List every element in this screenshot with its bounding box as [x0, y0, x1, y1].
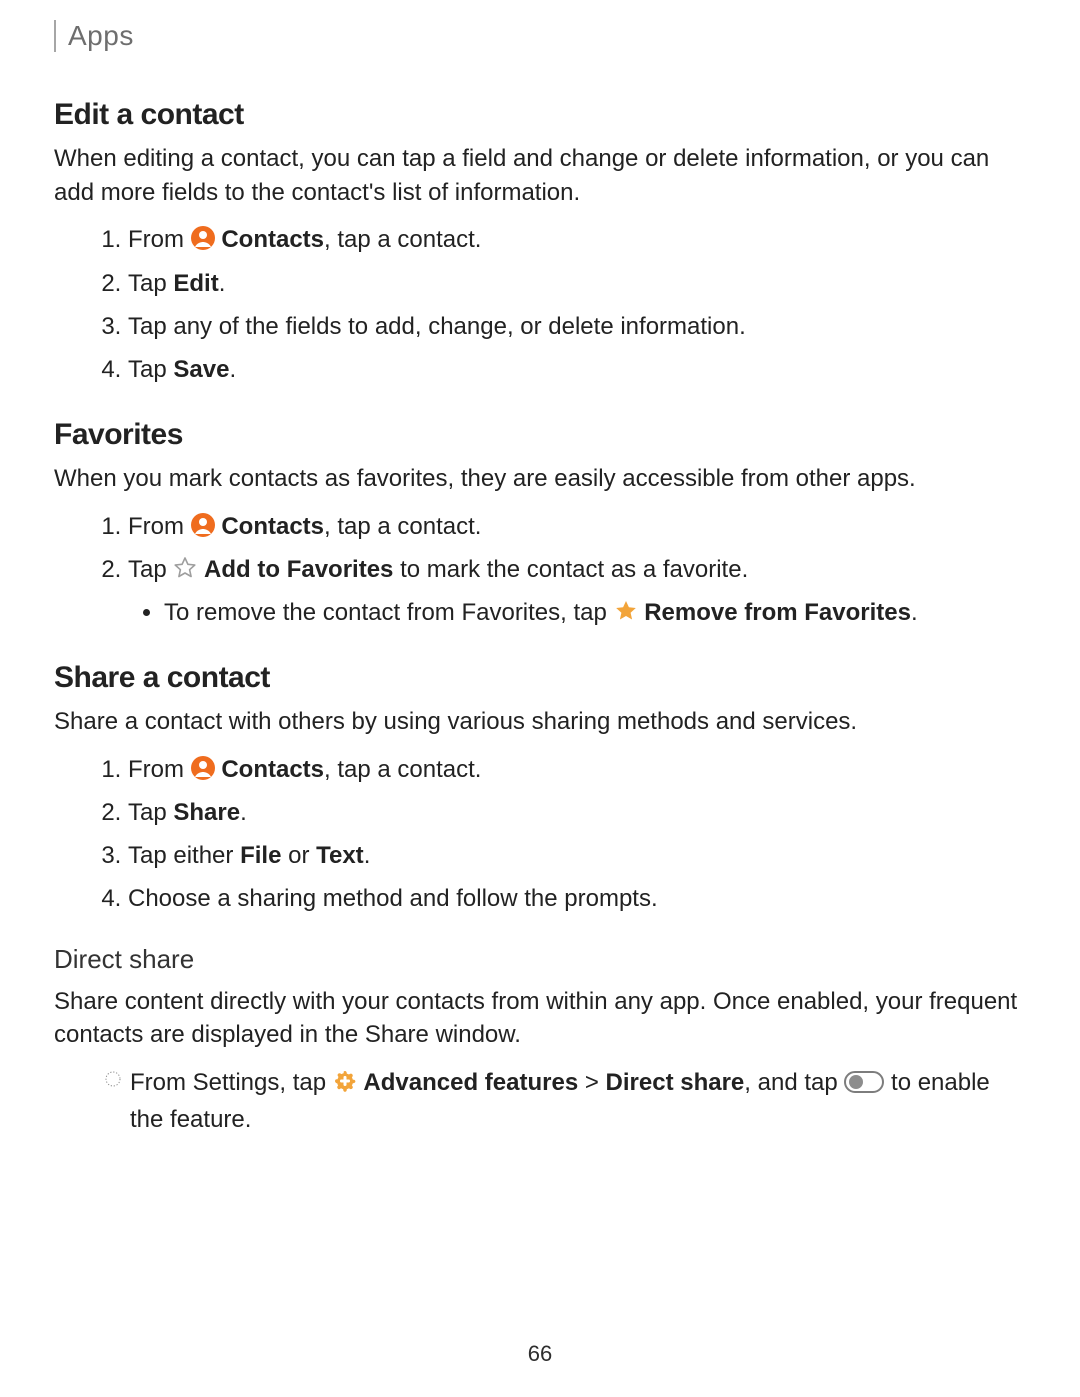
- document-page: Apps Edit a contact When editing a conta…: [0, 0, 1080, 1397]
- ordered-list: From Contacts, tap a contact. Tap Share.…: [54, 751, 1026, 918]
- paragraph: Share content directly with your contact…: [54, 985, 1026, 1052]
- star-outline-icon: [173, 556, 197, 580]
- contacts-icon: [191, 226, 215, 250]
- ordered-list: From Contacts, tap a contact. Tap Edit. …: [54, 221, 1026, 388]
- paragraph: Share a contact with others by using var…: [54, 705, 1026, 739]
- ordered-list: From Contacts, tap a contact. Tap Add to…: [54, 508, 1026, 632]
- ring-bullet-icon: [104, 1070, 122, 1088]
- heading-share-a-contact: Share a contact: [54, 661, 1026, 695]
- heading-favorites: Favorites: [54, 418, 1026, 452]
- toggle-off-icon: [844, 1071, 884, 1093]
- breadcrumb: Apps: [54, 20, 1026, 52]
- list-item: Tap either File or Text.: [128, 837, 1026, 874]
- advanced-features-icon: [333, 1069, 357, 1093]
- list-item: From Contacts, tap a contact.: [128, 751, 1026, 788]
- contacts-icon: [191, 513, 215, 537]
- heading-edit-a-contact: Edit a contact: [54, 98, 1026, 132]
- list-item: From Contacts, tap a contact.: [128, 508, 1026, 545]
- list-item: From Settings, tap Advanced features > D…: [104, 1064, 1026, 1138]
- paragraph: When you mark contacts as favorites, the…: [54, 462, 1026, 496]
- page-number: 66: [0, 1341, 1080, 1367]
- star-filled-icon: [614, 599, 638, 623]
- list-item: From Contacts, tap a contact.: [128, 221, 1026, 258]
- contacts-icon: [191, 756, 215, 780]
- list-item: Tap Save.: [128, 351, 1026, 388]
- unordered-list: From Settings, tap Advanced features > D…: [54, 1064, 1026, 1138]
- list-item: Tap Add to Favorites to mark the contact…: [128, 551, 1026, 631]
- sub-list: To remove the contact from Favorites, ta…: [128, 594, 1026, 631]
- heading-direct-share: Direct share: [54, 944, 1026, 975]
- list-item: Tap Edit.: [128, 265, 1026, 302]
- list-item: Tap Share.: [128, 794, 1026, 831]
- list-item: To remove the contact from Favorites, ta…: [164, 594, 1026, 631]
- paragraph: When editing a contact, you can tap a fi…: [54, 142, 1026, 209]
- list-item: Tap any of the fields to add, change, or…: [128, 308, 1026, 345]
- list-item: Choose a sharing method and follow the p…: [128, 880, 1026, 917]
